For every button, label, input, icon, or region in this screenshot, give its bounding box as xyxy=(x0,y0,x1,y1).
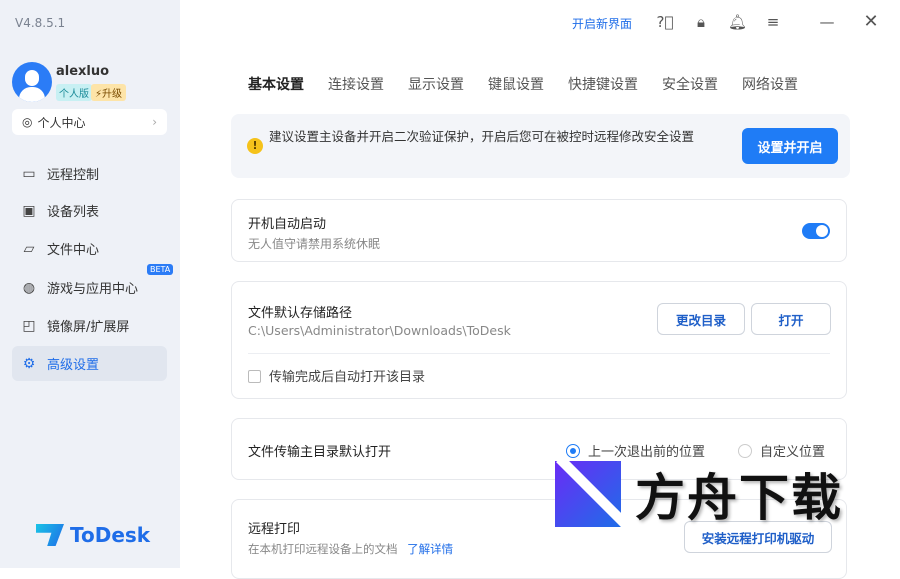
sidebar-item-label: 设备列表 xyxy=(47,205,100,220)
gamepad-icon: ◍ xyxy=(22,279,36,296)
sidebar-item-label: 高级设置 xyxy=(47,358,100,373)
gear-icon: ⚙ xyxy=(22,355,36,372)
close-icon[interactable]: ✕ xyxy=(862,13,880,31)
autostart-title: 开机自动启动 xyxy=(248,217,327,232)
storage-card: 文件默认存储路径 C:\Users\Administrator\Download… xyxy=(231,281,847,399)
chevron-right-icon: › xyxy=(152,115,157,129)
settings-tabs: 基本设置 连接设置 显示设置 键鼠设置 快捷键设置 安全设置 网络设置 xyxy=(248,74,822,94)
user-icon: ◎ xyxy=(22,115,33,129)
checkbox-icon[interactable] xyxy=(248,370,261,383)
todesk-logo-icon xyxy=(36,524,64,546)
sidebar-item-remote-control[interactable]: ▭ 远程控制 xyxy=(12,156,167,191)
tab-display[interactable]: 显示设置 xyxy=(408,74,464,94)
sidebar: V4.8.5.1 alexluo 个人版 ⚡升级 ◎ 个人中心 › ▭ 远程控制 … xyxy=(0,0,180,568)
logo-text: ToDesk xyxy=(70,523,151,547)
minimize-icon[interactable]: — xyxy=(818,13,836,31)
auto-open-label: 传输完成后自动打开该目录 xyxy=(269,370,426,385)
edition-badge: 个人版 xyxy=(56,84,92,101)
sidebar-item-label: 文件中心 xyxy=(47,243,100,258)
tab-network[interactable]: 网络设置 xyxy=(742,74,798,94)
sidebar-item-devices[interactable]: ▣ 设备列表 xyxy=(12,193,167,228)
sidebar-item-files[interactable]: ▱ 文件中心 xyxy=(12,231,167,266)
new-ui-link[interactable]: 开启新界面 xyxy=(572,15,632,32)
devices-icon: ▣ xyxy=(22,202,36,219)
monitor-icon: ▭ xyxy=(22,165,36,182)
personal-center-label: 个人中心 xyxy=(37,115,86,130)
sidebar-item-games[interactable]: ◍ 游戏与应用中心 xyxy=(12,270,167,305)
autostart-card: 开机自动启动 无人值守请禁用系统休眠 xyxy=(231,199,847,262)
storage-title: 文件默认存储路径 xyxy=(248,306,353,321)
autostart-desc: 无人值守请禁用系统休眠 xyxy=(248,237,381,251)
change-directory-button[interactable]: 更改目录 xyxy=(657,303,745,335)
sidebar-item-label: 镜像屏/扩展屏 xyxy=(47,320,130,335)
storage-path: C:\Users\Administrator\Downloads\ToDesk xyxy=(248,323,511,338)
print-title: 远程打印 xyxy=(248,522,301,537)
security-warning-banner: ! 建议设置主设备并开启二次验证保护，开启后您可在被控时远程修改安全设置 设置并… xyxy=(231,114,850,178)
avatar[interactable] xyxy=(12,62,52,102)
bell-icon[interactable]: 🔔︎ xyxy=(728,13,747,31)
sidebar-item-mirror[interactable]: ◰ 镜像屏/扩展屏 xyxy=(12,308,167,343)
menu-icon[interactable]: ≡ xyxy=(764,13,782,31)
setup-enable-button[interactable]: 设置并开启 xyxy=(742,128,838,164)
beta-badge: BETA xyxy=(147,264,174,275)
radio-icon[interactable] xyxy=(738,444,752,458)
warning-icon: ! xyxy=(247,138,263,154)
sidebar-item-label: 游戏与应用中心 xyxy=(47,282,139,297)
watermark-logo-icon xyxy=(555,461,621,527)
todesk-logo: ToDesk xyxy=(36,523,150,547)
tab-security[interactable]: 安全设置 xyxy=(662,74,718,94)
transfer-dir-title: 文件传输主目录默认打开 xyxy=(248,445,392,460)
upgrade-badge[interactable]: ⚡升级 xyxy=(91,84,127,101)
username: alexluo xyxy=(56,64,110,79)
auto-open-checkbox[interactable]: 传输完成后自动打开该目录 xyxy=(248,366,425,385)
cast-icon: ◰ xyxy=(22,317,36,334)
print-desc: 在本机打印远程设备上的文档 xyxy=(248,542,398,556)
personal-center-button[interactable]: ◎ 个人中心 › xyxy=(12,109,167,135)
open-directory-button[interactable]: 打开 xyxy=(751,303,831,335)
watermark-text: 方舟下载 xyxy=(635,469,843,527)
tab-connection[interactable]: 连接设置 xyxy=(328,74,384,94)
help-icon[interactable]: ?⃞ xyxy=(656,13,674,31)
learn-more-link[interactable]: 了解详情 xyxy=(407,542,453,556)
tab-shortcuts[interactable]: 快捷键设置 xyxy=(568,74,638,94)
folder-icon: ▱ xyxy=(23,240,35,257)
autostart-toggle[interactable] xyxy=(802,223,830,239)
radio-icon[interactable] xyxy=(566,444,580,458)
lock-icon[interactable]: 🔒︎ xyxy=(692,13,710,31)
watermark-logo: 方舟下载 xyxy=(555,458,843,530)
tab-keyboard-mouse[interactable]: 键鼠设置 xyxy=(488,74,544,94)
warning-text: 建议设置主设备并开启二次验证保护，开启后您可在被控时远程修改安全设置 xyxy=(269,129,695,144)
tab-basic[interactable]: 基本设置 xyxy=(248,74,304,94)
version-label: V4.8.5.1 xyxy=(15,16,66,30)
sidebar-item-label: 远程控制 xyxy=(47,168,100,183)
sidebar-item-advanced-settings[interactable]: ⚙ 高级设置 xyxy=(12,346,167,381)
